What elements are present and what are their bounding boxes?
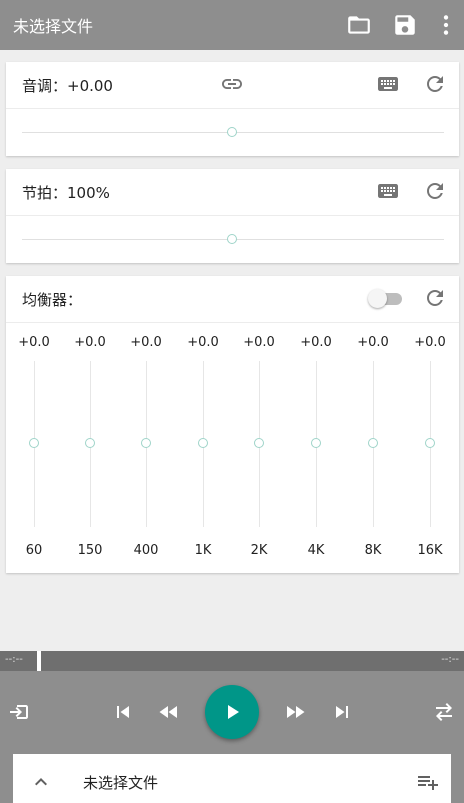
folder-icon[interactable]: [346, 12, 372, 38]
equalizer-card: 均衡器： +0.0 60 +0.0 150 +0.0 400 +0.0 1K +…: [6, 276, 459, 573]
eq-gain: +0.0: [74, 335, 106, 350]
eq-slider-thumb[interactable]: [425, 438, 435, 448]
refresh-icon[interactable]: [423, 286, 447, 310]
playlist-add-icon[interactable]: [416, 770, 440, 794]
eq-slider-thumb[interactable]: [198, 438, 208, 448]
eq-gain: +0.0: [243, 335, 275, 350]
eq-freq: 8K: [364, 543, 382, 558]
time-total: --:--: [441, 654, 459, 665]
pitch-slider-thumb[interactable]: [227, 127, 237, 137]
keyboard-icon[interactable]: [376, 72, 400, 96]
time-elapsed: --:--: [5, 654, 23, 665]
fast-forward-icon[interactable]: [283, 700, 307, 724]
keyboard-icon[interactable]: [376, 179, 400, 203]
skip-previous-icon[interactable]: [111, 700, 135, 724]
app-title: 未选择文件: [13, 17, 94, 36]
eq-gain: +0.0: [300, 335, 332, 350]
play-icon: [228, 705, 239, 719]
eq-gain: +0.0: [414, 335, 446, 350]
now-playing-sheet[interactable]: 未选择文件: [13, 754, 451, 803]
divider: [6, 108, 459, 109]
eq-slider-thumb[interactable]: [29, 438, 39, 448]
equalizer-toggle[interactable]: [368, 288, 404, 310]
more-vert-icon[interactable]: [433, 12, 459, 38]
tempo-slider-thumb[interactable]: [227, 234, 237, 244]
eq-gain: +0.0: [18, 335, 50, 350]
divider: [6, 322, 459, 323]
link-icon[interactable]: [220, 72, 244, 96]
pitch-label: 音调：+0.00: [22, 77, 113, 95]
tempo-label: 节拍：100%: [22, 184, 110, 202]
repeat-icon[interactable]: [432, 700, 456, 724]
import-icon[interactable]: [7, 700, 31, 724]
eq-gain: +0.0: [187, 335, 219, 350]
rewind-icon[interactable]: [157, 700, 181, 724]
pitch-card: 音调：+0.00: [6, 62, 459, 156]
eq-freq: 1K: [194, 543, 212, 558]
app-bar: 未选择文件: [0, 0, 464, 50]
refresh-icon[interactable]: [423, 72, 447, 96]
seek-handle[interactable]: [37, 651, 41, 671]
eq-slider-thumb[interactable]: [254, 438, 264, 448]
eq-freq: 16K: [417, 543, 443, 558]
tempo-card: 节拍：100%: [6, 169, 459, 263]
equalizer-label: 均衡器：: [22, 291, 83, 309]
eq-freq: 2K: [250, 543, 268, 558]
chevron-up-icon[interactable]: [29, 770, 53, 794]
current-file-name: 未选择文件: [83, 774, 159, 792]
play-button[interactable]: [205, 685, 259, 739]
eq-slider-thumb[interactable]: [311, 438, 321, 448]
skip-next-icon[interactable]: [330, 700, 354, 724]
eq-slider-thumb[interactable]: [141, 438, 151, 448]
eq-gain: +0.0: [130, 335, 162, 350]
eq-freq: 400: [133, 543, 159, 558]
eq-slider-thumb[interactable]: [368, 438, 378, 448]
eq-freq: 150: [77, 543, 103, 558]
eq-freq: 60: [25, 543, 43, 558]
toggle-knob: [368, 289, 387, 308]
save-icon[interactable]: [392, 12, 418, 38]
divider: [6, 215, 459, 216]
seek-bar[interactable]: --:-- --:--: [0, 651, 464, 671]
eq-slider-thumb[interactable]: [85, 438, 95, 448]
eq-gain: +0.0: [357, 335, 389, 350]
refresh-icon[interactable]: [423, 179, 447, 203]
eq-freq: 4K: [307, 543, 325, 558]
